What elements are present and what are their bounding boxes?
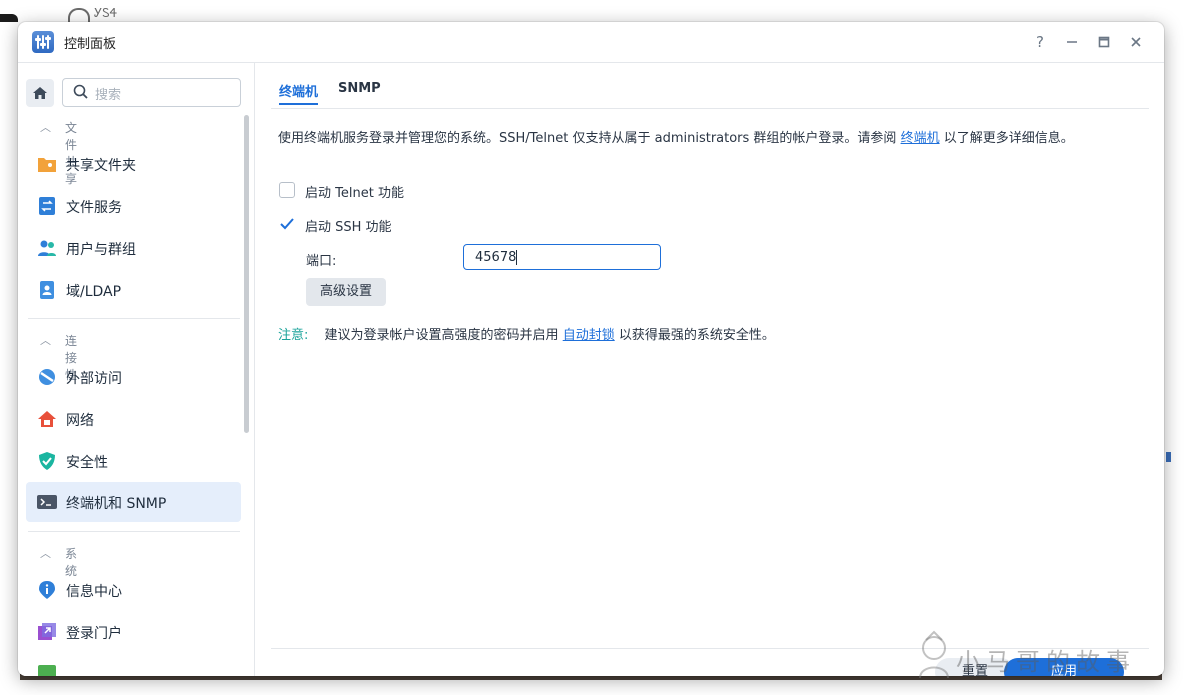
file-services-icon <box>39 197 55 215</box>
users-groups-icon <box>38 240 56 256</box>
sidebar-item-network[interactable]: 网络 <box>26 399 241 439</box>
control-panel-app-icon <box>32 31 54 53</box>
home-icon <box>33 87 47 99</box>
control-panel-window: 控制面板 ? 搜索 ︿ 文件共享 共享文件夹 文件服务 用户与群组 域/LDAP… <box>18 22 1164 676</box>
window-title: 控制面板 <box>64 37 117 52</box>
sidebar-divider <box>28 531 240 532</box>
terminal-icon <box>37 495 57 509</box>
sidebar-item-terminal-snmp[interactable]: 终端机和 SNMP <box>26 482 241 522</box>
chevron-up-icon: ︿ <box>40 121 51 134</box>
chevron-up-icon: ︿ <box>40 547 51 560</box>
port-label: 端口: <box>306 254 337 269</box>
sidebar-divider <box>28 318 240 319</box>
login-portal-icon <box>38 623 56 640</box>
sidebar-item-partial[interactable] <box>26 654 241 676</box>
close-icon[interactable] <box>1124 30 1148 54</box>
sidebar-item-external-access[interactable]: 外部访问 <box>26 357 241 397</box>
advanced-settings-button[interactable]: 高级设置 <box>306 278 386 306</box>
telnet-checkbox[interactable] <box>279 182 295 198</box>
minimize-icon[interactable] <box>1060 30 1084 54</box>
desktop-right-edge <box>1164 440 1185 680</box>
watermark-figure-icon <box>919 630 949 679</box>
security-shield-icon <box>39 452 55 470</box>
shared-folder-icon <box>38 158 56 172</box>
chevron-up-icon: ︿ <box>40 334 51 347</box>
help-icon[interactable]: ? <box>1028 30 1052 54</box>
auto-block-link[interactable]: 自动封锁 <box>563 328 615 343</box>
sidebar-item-login-portal[interactable]: 登录门户 <box>26 612 241 652</box>
ssh-checkbox[interactable] <box>279 216 295 232</box>
telnet-label: 启动 Telnet 功能 <box>305 186 404 201</box>
watermark-text: 小马哥的故事 <box>956 648 1136 676</box>
terminal-help-link[interactable]: 终端机 <box>901 131 940 146</box>
search-input[interactable]: 搜索 <box>62 78 241 107</box>
sidebar-item-users-groups[interactable]: 用户与群组 <box>26 228 241 268</box>
sidebar-item-domain-ldap[interactable]: 域/LDAP <box>26 270 241 310</box>
partial-item-icon <box>38 665 56 676</box>
sidebar-scrollbar[interactable] <box>244 115 249 433</box>
tab-snmp[interactable]: SNMP <box>338 81 381 96</box>
tab-bar: 终端机 SNMP <box>271 63 1149 109</box>
title-bar[interactable]: 控制面板 ? <box>18 22 1164 63</box>
maximize-icon[interactable] <box>1092 30 1116 54</box>
desktop-background-edge <box>0 14 18 22</box>
security-note: 注意: 建议为登录帐户设置高强度的密码并启用 自动封锁 以获得最强的系统安全性。 <box>278 328 775 343</box>
search-placeholder: 搜索 <box>95 88 122 103</box>
background-marker <box>1166 452 1171 462</box>
sidebar: 搜索 ︿ 文件共享 共享文件夹 文件服务 用户与群组 域/LDAP ︿ 连接性 <box>18 63 255 676</box>
background-window-title: ᎩᏚᏎ <box>94 6 118 20</box>
ssh-label: 启动 SSH 功能 <box>305 220 392 235</box>
watermark: 小马哥的故事 <box>900 628 1140 680</box>
home-button[interactable] <box>26 79 54 107</box>
port-value: 45678 <box>475 250 517 265</box>
domain-ldap-icon <box>40 281 54 299</box>
desktop-background <box>0 0 1185 22</box>
sidebar-item-info-center[interactable]: 信息中心 <box>26 570 241 610</box>
main-panel: 终端机 SNMP 使用终端机服务登录并管理您的系统。SSH/Telnet 仅支持… <box>255 63 1164 676</box>
port-input[interactable]: 45678 <box>463 244 661 270</box>
text-caret <box>516 250 517 265</box>
sidebar-item-shared-folder[interactable]: 共享文件夹 <box>26 144 241 184</box>
terminal-description: 使用终端机服务登录并管理您的系统。SSH/Telnet 仅支持从属于 admin… <box>278 131 1074 146</box>
info-center-icon <box>39 581 55 599</box>
note-label: 注意: <box>278 328 309 343</box>
checkmark-icon <box>280 218 294 230</box>
search-icon <box>73 84 88 99</box>
external-access-icon <box>39 369 55 385</box>
network-icon <box>38 411 56 427</box>
sidebar-item-security[interactable]: 安全性 <box>26 441 241 481</box>
sidebar-item-file-services[interactable]: 文件服务 <box>26 186 241 226</box>
tab-terminal[interactable]: 终端机 <box>279 81 319 105</box>
